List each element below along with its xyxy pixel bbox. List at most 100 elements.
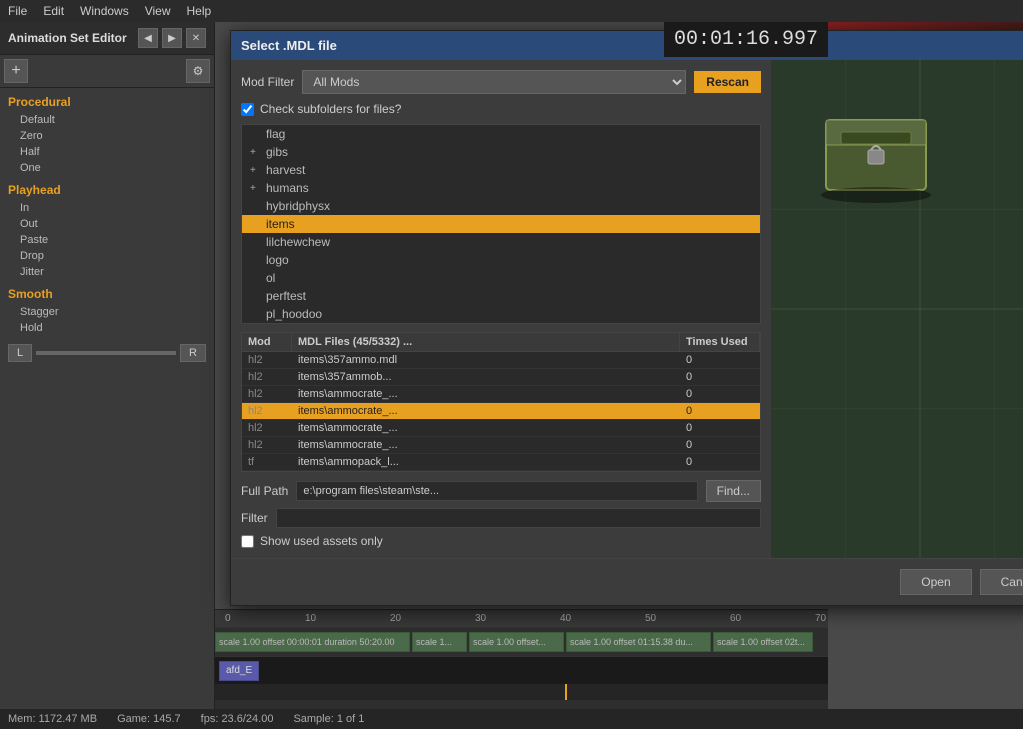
tree-items[interactable]: items	[242, 215, 760, 233]
menu-file[interactable]: File	[8, 4, 27, 18]
file-row-0[interactable]: hl2 items\357ammo.mdl 0	[242, 352, 760, 369]
menu-help[interactable]: Help	[187, 4, 212, 18]
col-mdlfiles[interactable]: MDL Files (45/5332) ...	[292, 333, 680, 351]
cell-times-1: 0	[680, 369, 760, 385]
tree-harvest[interactable]: + harvest	[242, 161, 760, 179]
menu-bar: File Edit Windows View Help	[0, 0, 1023, 22]
tree-gibs[interactable]: + gibs	[242, 143, 760, 161]
scrubber-line	[565, 684, 567, 700]
cell-file-3: items\ammocrate_...	[292, 403, 680, 419]
tree-item-hold[interactable]: Hold	[0, 320, 214, 336]
status-bar: Mem: 1172.47 MB Game: 145.7 fps: 23.6/24…	[0, 709, 1023, 729]
preview-grid-svg	[771, 60, 1023, 558]
tree-ol[interactable]: ol	[242, 269, 760, 287]
left-button[interactable]: L	[8, 344, 32, 362]
tree-item-in[interactable]: In	[0, 200, 214, 216]
tree-humans-label: humans	[266, 181, 309, 195]
active-clip-label[interactable]: afd_E	[219, 661, 259, 681]
tree-item-zero[interactable]: Zero	[0, 128, 214, 144]
cell-file-4: items\ammocrate_...	[292, 420, 680, 436]
tree-ol-label: ol	[266, 271, 275, 285]
tree-perftest-label: perftest	[266, 289, 306, 303]
tree-pl-hoodoo[interactable]: pl_hoodoo	[242, 305, 760, 323]
rescan-button[interactable]: Rescan	[694, 71, 761, 93]
playhead-header[interactable]: Playhead	[0, 180, 214, 200]
col-timesused[interactable]: Times Used	[680, 333, 760, 351]
cell-times-6: 0	[680, 454, 760, 470]
open-button[interactable]: Open	[900, 569, 971, 595]
file-row-7[interactable]: tf items\ammopack_... 0	[242, 471, 760, 472]
timeline-clip-0[interactable]: scale 1.00 offset 00:00:01 duration 50:2…	[215, 632, 410, 652]
file-row-4[interactable]: hl2 items\ammocrate_... 0	[242, 420, 760, 437]
cell-mod-5: hl2	[242, 437, 292, 453]
timeline-track: scale 1.00 offset 00:00:01 duration 50:2…	[215, 628, 828, 656]
smooth-header[interactable]: Smooth	[0, 284, 214, 304]
filter-input[interactable]	[276, 508, 761, 528]
procedural-header[interactable]: Procedural	[0, 92, 214, 112]
preview-3d	[771, 60, 1023, 558]
timeline-clip-1[interactable]: scale 1...	[412, 632, 467, 652]
file-row-1[interactable]: hl2 items\357ammob... 0	[242, 369, 760, 386]
tree-logo[interactable]: logo	[242, 251, 760, 269]
cell-times-5: 0	[680, 437, 760, 453]
add-button[interactable]: +	[4, 59, 28, 83]
nav-fwd-button[interactable]: ▶	[162, 28, 182, 48]
tree-lilchewchew[interactable]: lilchewchew	[242, 233, 760, 251]
lr-slider[interactable]	[36, 351, 176, 355]
file-tree: flag + gibs + harvest + humans	[241, 124, 761, 324]
tree-item-jitter[interactable]: Jitter	[0, 264, 214, 280]
cell-file-6: items\ammopack_l...	[292, 454, 680, 470]
tree-hybridphysx[interactable]: hybridphysx	[242, 197, 760, 215]
tree-item-default[interactable]: Default	[0, 112, 214, 128]
show-assets-checkbox[interactable]	[241, 535, 254, 548]
tree-item-stagger[interactable]: Stagger	[0, 304, 214, 320]
cancel-button[interactable]: Cancel	[980, 569, 1023, 595]
tree-humans[interactable]: + humans	[242, 179, 760, 197]
tree-item-paste[interactable]: Paste	[0, 232, 214, 248]
tree-harvest-label: harvest	[266, 163, 305, 177]
check-subfolders-checkbox[interactable]	[241, 103, 254, 116]
file-row-6[interactable]: tf items\ammopack_l... 0	[242, 454, 760, 471]
tree-player[interactable]: + player	[242, 323, 760, 324]
status-game: Game: 145.7	[117, 713, 181, 725]
tree-item-out[interactable]: Out	[0, 216, 214, 232]
cell-mod-1: hl2	[242, 369, 292, 385]
settings-button[interactable]: ⚙	[186, 59, 210, 83]
cell-file-5: items\ammocrate_...	[292, 437, 680, 453]
dialog-left-panel: Mod Filter All Mods Rescan Check subfold…	[231, 60, 771, 558]
ruler-50: 50	[645, 613, 656, 624]
right-button[interactable]: R	[180, 344, 206, 362]
menu-windows[interactable]: Windows	[80, 4, 129, 18]
timeline-scrubber[interactable]	[215, 684, 828, 700]
file-row-5[interactable]: hl2 items\ammocrate_... 0	[242, 437, 760, 454]
menu-edit[interactable]: Edit	[43, 4, 64, 18]
tree-item-drop[interactable]: Drop	[0, 248, 214, 264]
timeline-clip-3[interactable]: scale 1.00 offset 01:15.38 du...	[566, 632, 711, 652]
cell-mod-0: hl2	[242, 352, 292, 368]
tree-item-one[interactable]: One	[0, 160, 214, 176]
procedural-section: Procedural Default Zero Half One	[0, 92, 214, 176]
ruler-10: 10	[305, 613, 316, 624]
nav-back-button[interactable]: ◀	[138, 28, 158, 48]
full-path-input[interactable]	[296, 481, 697, 501]
cell-times-4: 0	[680, 420, 760, 436]
cell-times-3: 0	[680, 403, 760, 419]
tree-item-half[interactable]: Half	[0, 144, 214, 160]
anim-editor-header: Animation Set Editor ◀ ▶ ✕	[0, 22, 214, 55]
ruler-60: 60	[730, 613, 741, 624]
close-button[interactable]: ✕	[186, 28, 206, 48]
timeline-clip-2[interactable]: scale 1.00 offset...	[469, 632, 564, 652]
tree-gibs-label: gibs	[266, 145, 288, 159]
tree-flag[interactable]: flag	[242, 125, 760, 143]
file-row-3[interactable]: hl2 items\ammocrate_... 0	[242, 403, 760, 420]
tree-perftest[interactable]: perftest	[242, 287, 760, 305]
cell-mod-2: hl2	[242, 386, 292, 402]
col-mod[interactable]: Mod	[242, 333, 292, 351]
mod-filter-select[interactable]: All Mods	[302, 70, 686, 94]
timeline-clip-4[interactable]: scale 1.00 offset 02t...	[713, 632, 813, 652]
file-row-2[interactable]: hl2 items\ammocrate_... 0	[242, 386, 760, 403]
playhead-section: Playhead In Out Paste Drop Jitter	[0, 180, 214, 280]
header-buttons: ◀ ▶ ✕	[138, 28, 206, 48]
find-button[interactable]: Find...	[706, 480, 761, 502]
menu-view[interactable]: View	[145, 4, 171, 18]
